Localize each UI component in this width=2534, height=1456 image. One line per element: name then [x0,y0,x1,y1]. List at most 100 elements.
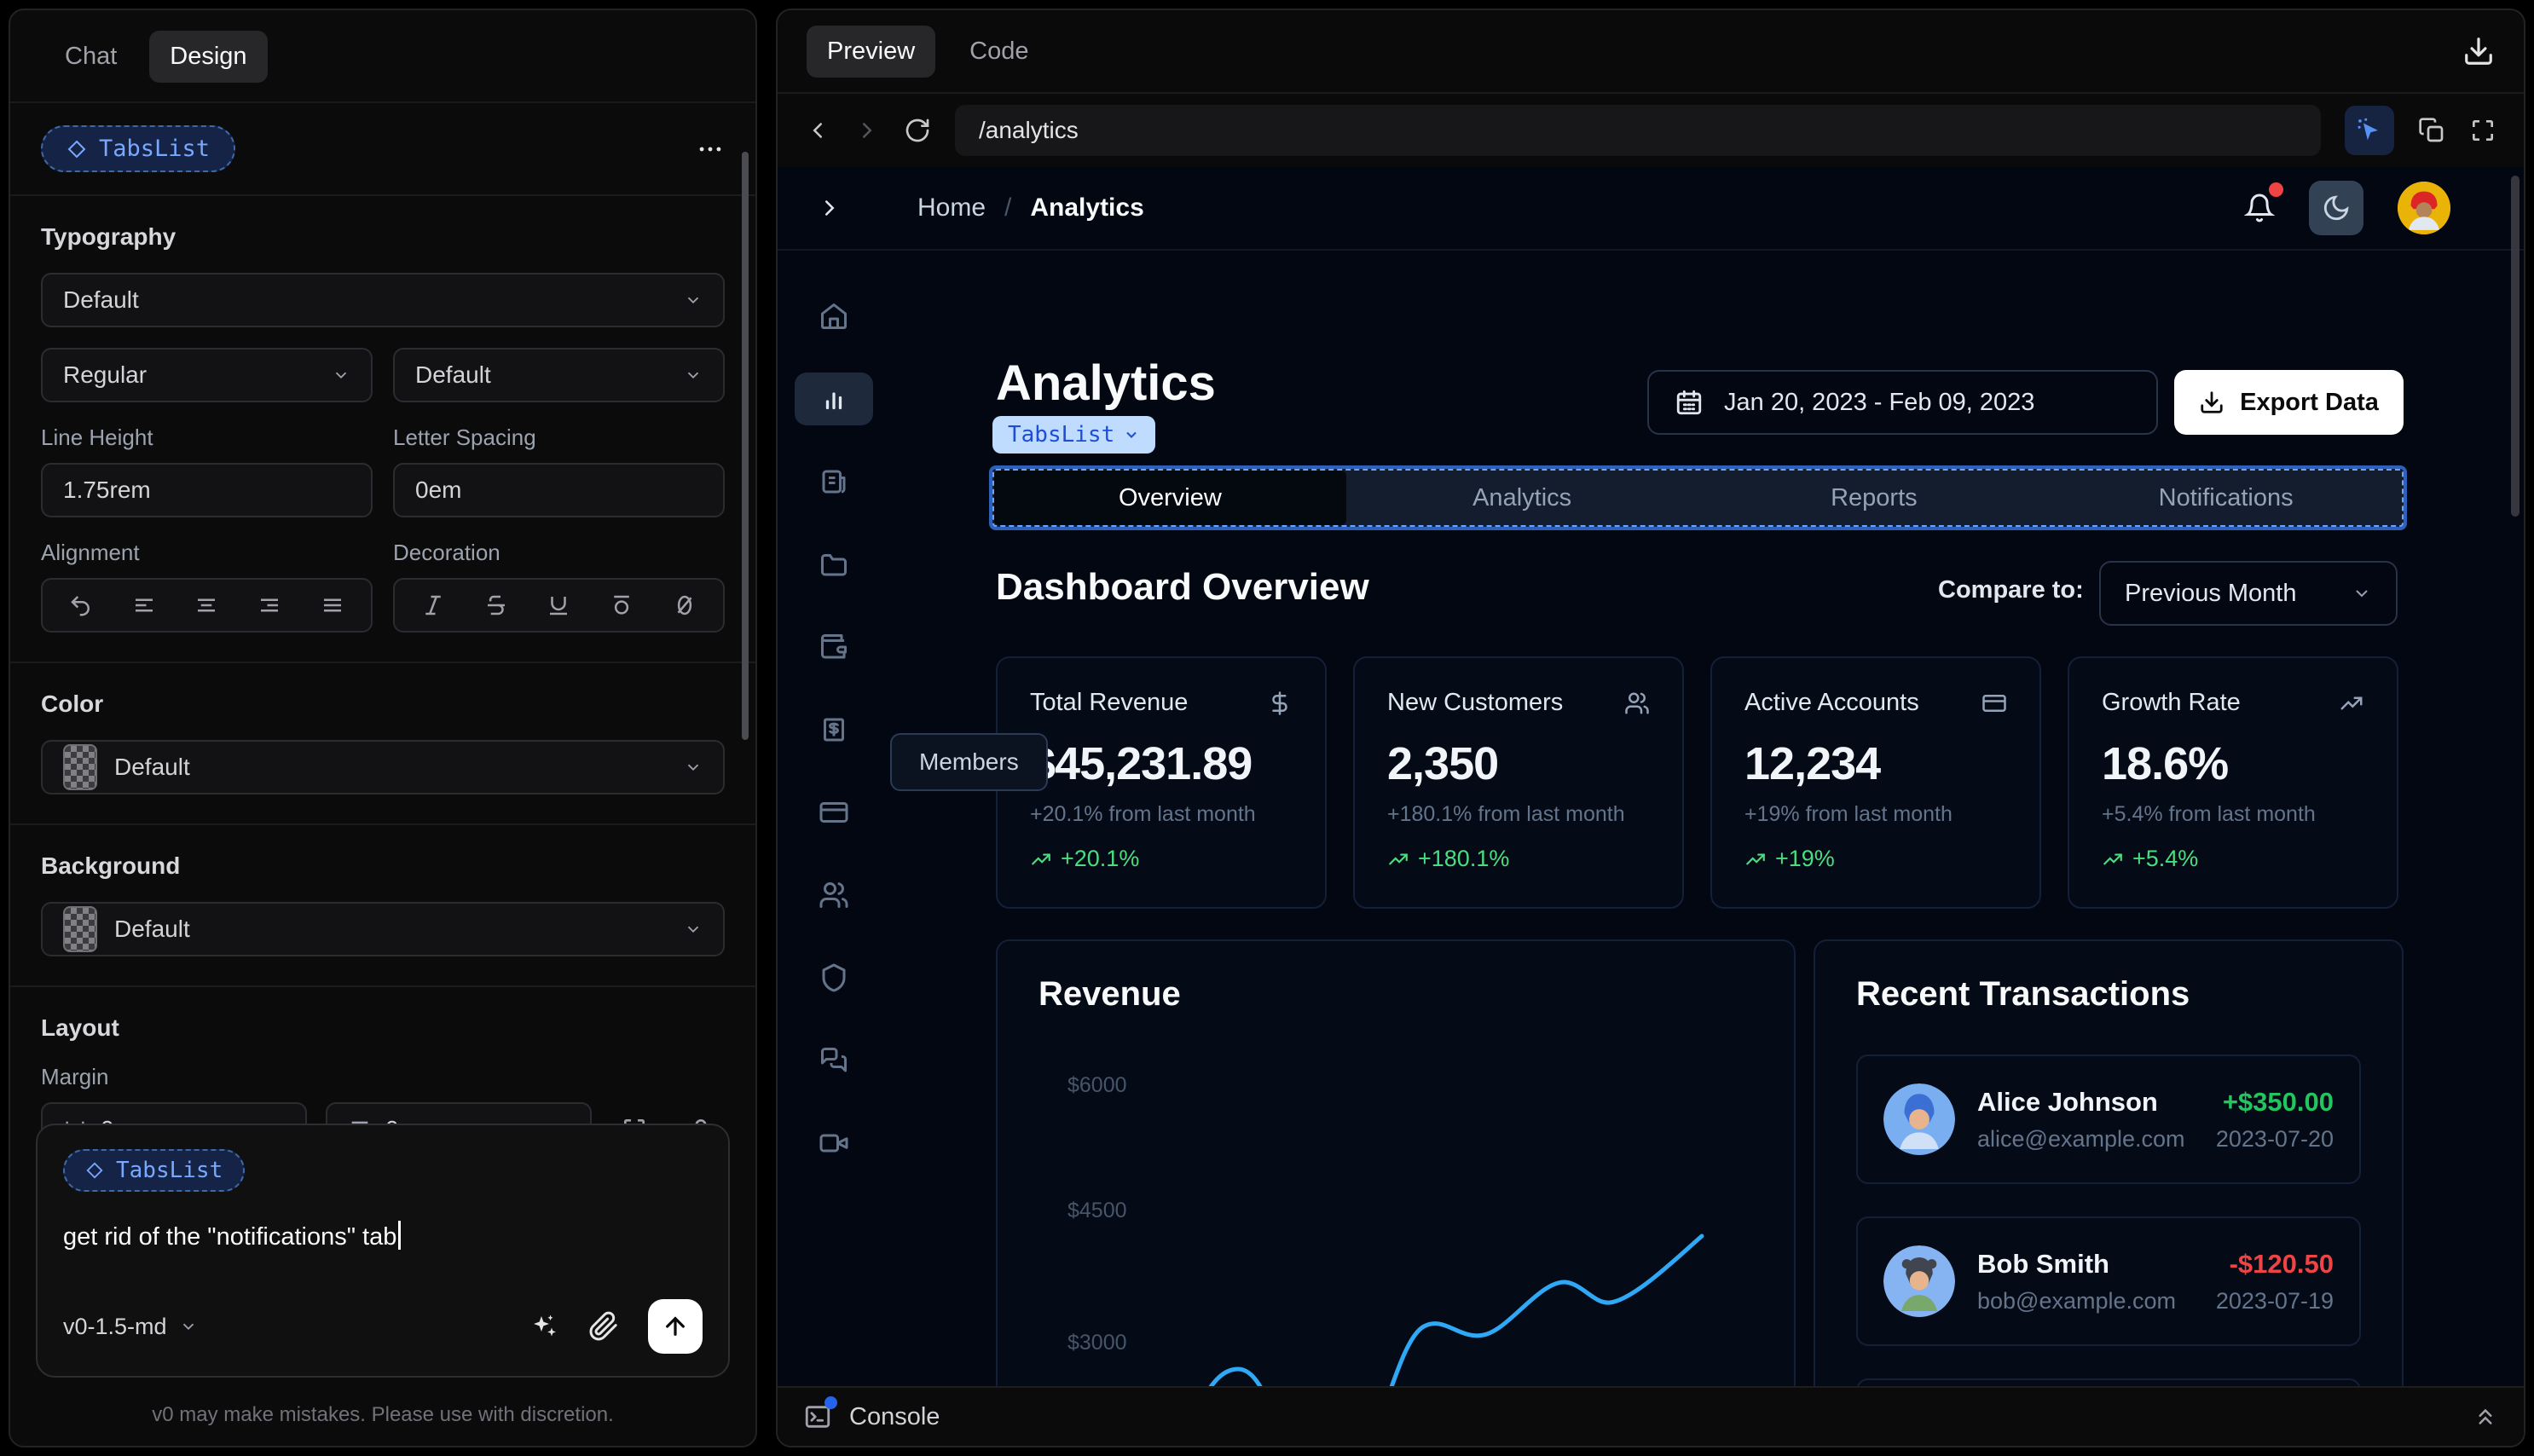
arrow-up-icon [666,1316,685,1336]
copy-icon[interactable] [2418,117,2445,144]
trending-up-icon [1032,853,1050,864]
folder-icon [821,554,847,576]
export-data-button[interactable]: Export Data [2174,370,2404,435]
refresh-icon[interactable] [904,117,931,144]
sidebar-item-security[interactable] [795,951,873,1004]
stat-card-new-customers: New Customers 2,350 +180.1% from last mo… [1353,656,1684,909]
design-mode-button[interactable] [2345,106,2394,155]
pointer-icon [2358,118,2378,141]
sidebar-item-wallet[interactable] [795,621,873,673]
tab-design[interactable]: Design [149,31,268,83]
app-sidebar [778,251,890,1386]
transaction-row[interactable]: Bob Smith bob@example.com -$120.50 2023-… [1856,1216,2361,1346]
users-icon [819,882,848,908]
color-title: Color [41,690,104,717]
tab-notifications[interactable]: Notifications [2050,471,2402,525]
preview-scrollbar[interactable] [2511,176,2520,517]
sidebar-item-messages[interactable] [795,1034,873,1087]
font-weight-select[interactable]: Regular [41,348,373,402]
transaction-row[interactable]: Alice Johnson alice@example.com +$350.00… [1856,1054,2361,1184]
tab-overview[interactable]: Overview [994,471,1346,525]
selected-component-chip[interactable]: TabsList [41,125,236,172]
color-swatch [63,744,97,790]
tab-code[interactable]: Code [949,26,1049,78]
bell-icon [2244,194,2275,222]
font-family-select[interactable]: Default [41,273,725,327]
notifications-button[interactable] [2244,182,2283,223]
more-options-icon[interactable] [696,135,725,164]
forward-icon[interactable] [854,118,880,143]
align-justify-icon[interactable] [320,592,345,618]
receipt-icon [824,718,844,742]
tab-chat[interactable]: Chat [44,31,137,83]
line-height-label: Line Height [41,425,153,450]
back-icon[interactable] [805,118,830,143]
tab-reports[interactable]: Reports [1698,471,2051,525]
calendar-icon [1676,390,1702,415]
fullscreen-icon[interactable] [2469,117,2496,144]
sidebar-item-invoices[interactable] [795,703,873,756]
breadcrumb-home[interactable]: Home [917,194,986,222]
composer-component-chip[interactable]: TabsList [63,1149,246,1192]
color-select[interactable]: Default [41,740,725,794]
sidebar-item-video[interactable] [795,1117,873,1170]
align-center-icon[interactable] [194,592,219,618]
tab-analytics[interactable]: Analytics [1346,471,1698,525]
shield-icon [822,963,846,992]
sidebar-item-news[interactable] [795,455,873,508]
user-avatar[interactable] [2398,182,2450,234]
url-input[interactable]: /analytics [955,105,2321,156]
sidebar-item-analytics[interactable] [795,373,873,425]
alignment-label: Alignment [41,540,140,565]
alignment-group [41,578,373,633]
bar-chart-icon [825,392,842,410]
breadcrumb-separator: / [1004,194,1012,222]
video-icon [819,1134,848,1153]
overline-icon[interactable] [609,592,634,618]
prompt-input[interactable]: get rid of the "notifications" tab [63,1221,703,1251]
design-panel: Chat Design TabsList Typography Default … [9,9,757,1447]
trending-up-icon [2340,696,2363,709]
sparkles-icon[interactable] [529,1311,559,1342]
italic-icon[interactable] [420,592,446,618]
strikethrough-icon[interactable] [483,592,509,618]
attach-icon[interactable] [588,1311,619,1342]
chevron-down-icon [182,1323,194,1331]
transaction-row-partial [1856,1378,2361,1386]
theme-toggle-button[interactable] [2309,181,2363,235]
members-tooltip: Members [890,733,1048,791]
send-button[interactable] [648,1299,703,1354]
date-range-picker[interactable]: Jan 20, 2023 - Feb 09, 2023 [1647,370,2158,435]
font-size-select[interactable]: Default [393,348,725,402]
chevron-down-icon [687,372,699,379]
compare-select[interactable]: Previous Month [2099,561,2398,626]
align-right-icon[interactable] [257,592,282,618]
moon-icon [2323,195,2349,221]
line-height-input[interactable]: 1.75rem [41,463,373,517]
underline-icon[interactable] [546,592,571,618]
prompt-composer[interactable]: TabsList get rid of the "notifications" … [36,1124,730,1378]
typography-title: Typography [41,223,176,250]
left-panel-scrollbar[interactable] [742,152,749,740]
sidebar-item-files[interactable] [795,538,873,591]
sidebar-toggle-icon[interactable] [817,195,842,221]
sidebar-item-members[interactable] [795,869,873,922]
left-panel-tabs: Chat Design [10,10,755,103]
sidebar-item-cards[interactable] [795,786,873,839]
avatar [1883,1245,1955,1317]
background-select[interactable]: Default [41,902,725,956]
chevrons-up-icon[interactable] [2473,1404,2498,1430]
sidebar-item-home[interactable] [795,290,873,343]
letter-spacing-input[interactable]: 0em [393,463,725,517]
download-icon[interactable] [2462,35,2495,67]
reset-alignment-icon[interactable] [68,592,94,618]
letter-spacing-label: Letter Spacing [393,425,536,450]
align-left-icon[interactable] [131,592,157,618]
trending-up-icon [1389,853,1408,864]
no-decoration-icon[interactable] [672,592,697,618]
model-select[interactable]: v0-1.5-md [63,1314,198,1340]
tab-preview[interactable]: Preview [807,25,936,78]
chevron-down-icon [687,926,699,933]
console-bar[interactable]: Console [778,1386,2524,1446]
selection-badge[interactable]: TabsList [992,416,1156,454]
